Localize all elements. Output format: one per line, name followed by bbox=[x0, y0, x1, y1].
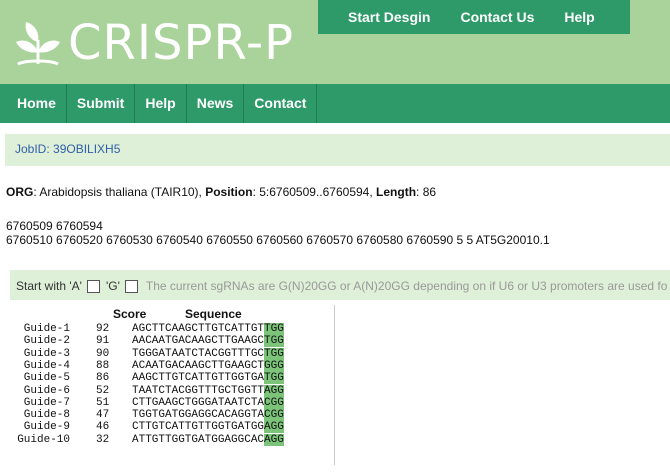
promoter-note: The current sgRNAs are G(N)20GG or A(N)2… bbox=[145, 279, 668, 293]
job-id-bar: JobID: 39OBILIXH5 bbox=[5, 134, 670, 166]
protospacer: AAGCTTGTCATTGTTGGTGA bbox=[132, 372, 265, 385]
pam-site: TGG bbox=[264, 347, 284, 360]
sequence-header: Sequence bbox=[185, 307, 242, 321]
guide-score: 47 bbox=[96, 409, 110, 422]
guide-name[interactable]: Guide-8 bbox=[16, 409, 70, 421]
nav-item-home[interactable]: Home bbox=[0, 84, 67, 123]
guide-sequence: AAGCTTGTCATTGTTGGTGATGG bbox=[132, 372, 284, 385]
start-with-g-checkbox[interactable] bbox=[124, 279, 138, 293]
nav-item-help[interactable]: Help bbox=[135, 84, 187, 123]
guide-sequence: AACAATGACAAGCTTGAAGCTGG bbox=[132, 335, 284, 348]
pam-site: TGG bbox=[264, 372, 284, 385]
coordinates-ticks: 6760510 6760520 6760530 6760540 6760550 … bbox=[6, 233, 550, 247]
pam-site: TGG bbox=[264, 335, 284, 348]
protospacer: ATTGTTGGTGATGGAGGCAC bbox=[132, 433, 265, 446]
guide-name[interactable]: Guide-6 bbox=[16, 385, 70, 397]
length-label: Length bbox=[376, 185, 417, 199]
guide-name[interactable]: Guide-1 bbox=[16, 323, 70, 335]
organism-info: ORG: Arabidopsis thaliana (TAIR10), Posi… bbox=[6, 185, 436, 199]
position-value: : 5:6760509..6760594, bbox=[252, 185, 373, 199]
guide-sequence: TGGGATAATCTACGGTTTGCTGG bbox=[132, 347, 284, 360]
length-value: : 86 bbox=[416, 185, 437, 199]
start-with-a-checkbox[interactable] bbox=[86, 279, 100, 293]
guide-name[interactable]: Guide-9 bbox=[16, 421, 70, 433]
score-header: Score bbox=[113, 307, 147, 321]
protospacer: TGGGATAATCTACGGTTTGC bbox=[132, 347, 265, 360]
pam-site: AGG bbox=[264, 421, 284, 434]
start-with-g-label: 'G' bbox=[105, 279, 120, 293]
panel-divider bbox=[334, 305, 335, 465]
guide-name[interactable]: Guide-5 bbox=[16, 372, 70, 384]
guide-name[interactable]: Guide-4 bbox=[16, 360, 70, 372]
guide-score: 91 bbox=[96, 335, 110, 348]
guide-score: 52 bbox=[96, 384, 110, 397]
protospacer: TGGTGATGGAGGCACAGGTA bbox=[132, 409, 265, 422]
pam-site: CGG bbox=[264, 396, 284, 409]
nav-item-contact[interactable]: Contact bbox=[244, 84, 318, 123]
protospacer: AACAATGACAAGCTTGAAGC bbox=[132, 335, 265, 348]
guide-score: 92 bbox=[96, 323, 110, 335]
pam-site: GGG bbox=[264, 359, 284, 372]
pam-site: TGG bbox=[264, 323, 284, 335]
org-label: ORG bbox=[6, 185, 34, 199]
guide-score: 46 bbox=[96, 421, 110, 434]
guide-score: 88 bbox=[96, 359, 110, 372]
protospacer: ACAATGACAAGCTTGAAGCT bbox=[132, 359, 265, 372]
site-logo[interactable]: CRISPR-P bbox=[8, 12, 308, 74]
guide-score: 51 bbox=[96, 396, 110, 409]
main-nav: Home Submit Help News Contact bbox=[0, 84, 670, 123]
protospacer: CTTGTCATTGTTGGTGATGG bbox=[132, 421, 265, 434]
guide-name[interactable]: Guide-3 bbox=[16, 348, 70, 360]
brand-name: CRISPR-P bbox=[68, 15, 295, 71]
guide-name[interactable]: Guide-2 bbox=[16, 335, 70, 347]
guide-name[interactable]: Guide-7 bbox=[16, 397, 70, 409]
site-header: CRISPR-P Start Desgin Contact Us Help bbox=[0, 0, 670, 84]
pam-site: CGG bbox=[264, 409, 284, 422]
guide-score: 90 bbox=[96, 347, 110, 360]
nav-item-submit[interactable]: Submit bbox=[67, 84, 136, 123]
protospacer: AGCTTCAAGCTTGTCATTGT bbox=[132, 323, 265, 335]
pam-site: AGG bbox=[264, 384, 284, 397]
top-nav: Start Desgin Contact Us Help bbox=[318, 0, 630, 34]
guide-name[interactable]: Guide-10 bbox=[16, 434, 70, 446]
guide-sequence: CTTGAAGCTGGGATAATCTACGG bbox=[132, 396, 284, 409]
guide-sequence: ACAATGACAAGCTTGAAGCTGGG bbox=[132, 359, 284, 372]
protospacer: TAATCTACGGTTTGCTGGTT bbox=[132, 384, 265, 397]
guide-sequence: ATTGTTGGTGATGGAGGCACAGG bbox=[132, 433, 284, 446]
top-nav-start-design[interactable]: Start Desgin bbox=[348, 9, 430, 25]
guide-score: 32 bbox=[96, 433, 110, 446]
guide-score: 86 bbox=[96, 372, 110, 385]
position-label: Position bbox=[205, 185, 253, 199]
nav-item-news[interactable]: News bbox=[187, 84, 245, 123]
org-value: : Arabidopsis thaliana (TAIR10), bbox=[33, 185, 202, 199]
coordinates-block: 6760509 6760594 6760510 6760520 6760530 … bbox=[6, 219, 550, 247]
job-id-label: JobID: 39OBILIXH5 bbox=[15, 142, 121, 156]
guide-sequence: TGGTGATGGAGGCACAGGTACGG bbox=[132, 409, 284, 422]
guide-sequence: TAATCTACGGTTTGCTGGTTAGG bbox=[132, 384, 284, 397]
protospacer: CTTGAAGCTGGGATAATCTA bbox=[132, 396, 265, 409]
guide-sequence: AGCTTCAAGCTTGTCATTGTTGG bbox=[132, 323, 284, 335]
coordinates-range: 6760509 6760594 bbox=[6, 219, 103, 233]
start-with-bar: Start with 'A' 'G' The current sgRNAs ar… bbox=[10, 270, 670, 300]
pam-site: AGG bbox=[264, 433, 284, 446]
guide-sequence: CTTGTCATTGTTGGTGATGGAGG bbox=[132, 421, 284, 434]
start-with-a-label: Start with 'A' bbox=[16, 279, 82, 293]
top-nav-help[interactable]: Help bbox=[564, 9, 594, 25]
top-nav-contact-us[interactable]: Contact Us bbox=[460, 9, 534, 25]
leaf-logo-icon bbox=[16, 22, 60, 66]
